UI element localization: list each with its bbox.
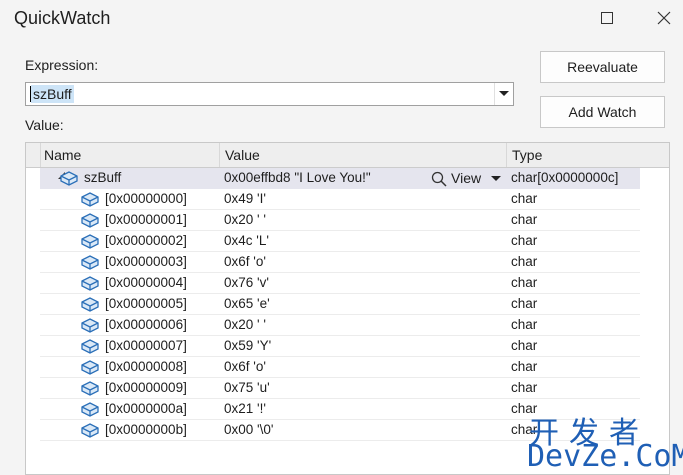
field-icon — [81, 234, 99, 249]
row-name: [0x0000000a] — [105, 401, 187, 416]
view-label: View — [451, 170, 482, 186]
row-type: char — [511, 191, 538, 206]
table-row[interactable]: [0x00000002] 0x4c 'L' char — [26, 231, 669, 252]
magnifier-icon — [431, 171, 447, 187]
field-icon — [81, 423, 99, 438]
root-name: szBuff — [84, 170, 122, 185]
table-row[interactable]: [0x00000003] 0x6f 'o' char — [26, 252, 669, 273]
column-header-value[interactable]: Value — [219, 143, 506, 167]
field-icon — [81, 276, 99, 291]
close-button[interactable] — [653, 8, 675, 30]
table-row[interactable]: [0x00000005] 0x65 'e' char — [26, 294, 669, 315]
row-name: [0x00000007] — [105, 338, 187, 353]
row-value: 0x76 'v' — [224, 275, 269, 290]
row-name: [0x0000000b] — [105, 422, 187, 437]
field-icon — [81, 255, 99, 270]
table-row[interactable]: [0x00000008] 0x6f 'o' char — [26, 357, 669, 378]
row-type: char — [511, 254, 538, 269]
row-value: 0x65 'e' — [224, 296, 270, 311]
table-row[interactable]: [0x00000006] 0x20 ' ' char — [26, 315, 669, 336]
field-icon — [81, 402, 99, 417]
row-value: 0x20 ' ' — [224, 317, 266, 332]
row-name: [0x00000006] — [105, 317, 187, 332]
row-value: 0x6f 'o' — [224, 254, 266, 269]
row-type: char — [511, 212, 538, 227]
window-title: QuickWatch — [14, 8, 111, 28]
row-value: 0x49 'I' — [224, 191, 266, 206]
row-name: [0x00000001] — [105, 212, 187, 227]
root-value: 0x00effbd8 "I Love You!" — [224, 170, 371, 185]
field-icon — [81, 297, 99, 312]
text-caret — [30, 86, 31, 102]
maximize-icon — [601, 12, 613, 24]
table-row[interactable]: [0x00000000] 0x49 'I' char — [26, 189, 669, 210]
watermark: 开发者 DevZe.CoM — [527, 408, 683, 475]
row-type: char — [511, 338, 538, 353]
field-icon — [81, 318, 99, 333]
row-name: [0x00000000] — [105, 191, 187, 206]
grid-header: Name Value Type — [26, 143, 669, 168]
reevaluate-button[interactable]: Reevaluate — [540, 51, 665, 83]
row-type: char — [511, 317, 538, 332]
row-type: char — [511, 380, 538, 395]
row-value: 0x00 '\0' — [224, 422, 274, 437]
expression-label: Expression: — [25, 57, 99, 73]
table-row[interactable]: [0x00000001] 0x20 ' ' char — [26, 210, 669, 231]
watermark-en: DevZe.CoM — [527, 439, 683, 474]
row-value: 0x6f 'o' — [224, 359, 266, 374]
root-type: char[0x0000000c] — [511, 170, 619, 185]
row-name: [0x00000005] — [105, 296, 187, 311]
row-name: [0x00000004] — [105, 275, 187, 290]
chevron-down-icon — [491, 176, 501, 181]
field-icon — [81, 381, 99, 396]
expression-input[interactable]: szBuff — [31, 85, 74, 103]
expression-dropdown-button[interactable] — [494, 83, 513, 105]
field-icon — [81, 192, 99, 207]
row-value: 0x21 '!' — [224, 401, 266, 416]
table-row[interactable]: [0x00000007] 0x59 'Y' char — [26, 336, 669, 357]
close-icon — [657, 11, 671, 25]
column-header-name[interactable]: Name — [40, 143, 219, 167]
row-type: char — [511, 275, 538, 290]
row-name: [0x00000008] — [105, 359, 187, 374]
row-name: [0x00000002] — [105, 233, 187, 248]
expression-combobox[interactable]: szBuff — [25, 82, 514, 106]
table-row-root[interactable]: szBuff 0x00effbd8 "I Love You!" View cha… — [26, 168, 669, 189]
table-row[interactable]: [0x00000009] 0x75 'u' char — [26, 378, 669, 399]
field-icon — [81, 360, 99, 375]
variable-icon — [60, 171, 78, 186]
row-type: char — [511, 233, 538, 248]
row-value: 0x75 'u' — [224, 380, 270, 395]
row-value: 0x59 'Y' — [224, 338, 272, 353]
row-type: char — [511, 296, 538, 311]
row-name: [0x00000003] — [105, 254, 187, 269]
value-label: Value: — [25, 117, 64, 133]
row-type: char — [511, 359, 538, 374]
title-bar: QuickWatch — [0, 0, 683, 40]
maximize-button[interactable] — [596, 8, 618, 30]
column-header-type[interactable]: Type — [506, 143, 646, 167]
chevron-down-icon — [499, 91, 509, 96]
row-value: 0x20 ' ' — [224, 212, 266, 227]
field-icon — [81, 213, 99, 228]
row-name: [0x00000009] — [105, 380, 187, 395]
row-value: 0x4c 'L' — [224, 233, 269, 248]
table-row[interactable]: [0x00000004] 0x76 'v' char — [26, 273, 669, 294]
field-icon — [81, 339, 99, 354]
add-watch-button[interactable]: Add Watch — [540, 96, 665, 128]
